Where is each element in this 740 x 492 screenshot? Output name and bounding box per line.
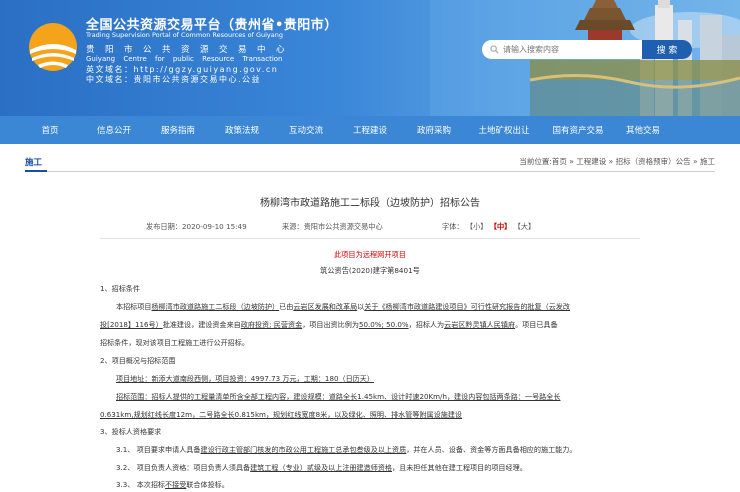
article-source: 来源：贵阳市公共资源交易中心	[282, 222, 383, 231]
section-2-line-1: 项目地址：新添大道南段西侧，项目投资：4997.73 万元，工期：180（日历天…	[116, 374, 374, 383]
font-medium-button[interactable]: 【中】	[490, 222, 512, 231]
section-3-heading: 3、投标人资格要求	[100, 427, 162, 436]
publish-date: 发布日期：2020-09-10 15:49	[146, 222, 247, 231]
main-nav: 首页 信息公开 服务指南 政策法规 互动交流 工程建设 政府采购 土地矿权出让 …	[0, 116, 740, 144]
breadcrumb-bar: 施工 当前位置:首页 » 工程建设 » 招标（资格预审）公告 » 施工	[25, 150, 715, 172]
remote-notice: 此项目为远程网开项目	[334, 250, 406, 259]
nav-item-info[interactable]: 信息公开	[82, 124, 146, 136]
article-title: 杨柳湾市政道路施工二标段（边坡防护）招标公告	[260, 198, 480, 209]
breadcrumb[interactable]: 当前位置:首页 » 工程建设 » 招标（资格预审）公告 » 施工	[519, 156, 715, 167]
section-1-line-2: 投[2018】116号）批准建设，建设资金来自政府投资; 民营资金，项目出资比例…	[100, 320, 558, 329]
domain-cn: 中文域名：贵阳市公共资源交易中心.公益	[86, 75, 262, 84]
section-2-line-2: 招标范围：招标人提供的工程量清单所含全部工程内容，建设规模：道路全长1.45km…	[116, 392, 561, 401]
site-header: 全国公共资源交易平台（贵州省•贵阳市） Trading Supervision …	[0, 0, 740, 116]
search-button[interactable]: 搜 索	[642, 40, 692, 59]
nav-item-land[interactable]: 土地矿权出让	[466, 124, 542, 136]
font-small-button[interactable]: 【小】	[466, 222, 488, 231]
search-input[interactable]	[503, 45, 633, 54]
nav-item-assets[interactable]: 国有资产交易	[542, 124, 614, 136]
center-name-cn: 贵阳市公共资源交易中心	[86, 45, 296, 55]
nav-item-policy[interactable]: 政策法规	[210, 124, 274, 136]
section-3-item-1: 3.1、 项目要求申请人具备建设行政主管部门核发的市政公用工程施工总承包叁级及以…	[116, 445, 577, 454]
search-icon	[490, 45, 499, 54]
section-3-item-2: 3.2、 项目负责人资格：项目负责人须具备建筑工程（专业）贰级及以上注册建造师资…	[116, 463, 527, 472]
document-number: 筑公资告(2020)建字第8401号	[320, 266, 420, 275]
search-box	[482, 40, 642, 59]
meta-divider	[100, 238, 640, 239]
section-2-heading: 2、项目概况与招标范围	[100, 356, 176, 365]
nav-item-other[interactable]: 其他交易	[614, 124, 672, 136]
nav-item-construction[interactable]: 工程建设	[338, 124, 402, 136]
font-size-label: 字体：	[442, 222, 464, 231]
section-1-line-3: 招标条件，现对该项目工程施工进行公开招标。	[100, 338, 249, 347]
nav-item-home[interactable]: 首页	[18, 124, 82, 136]
section-1-heading: 1、招标条件	[100, 284, 140, 293]
font-large-button[interactable]: 【大】	[514, 222, 536, 231]
category-label[interactable]: 施工	[25, 156, 42, 168]
section-1-line-1: 本招标项目杨柳湾市政道路施工二标段（边坡防护）已由云岩区发展和改革局以关于《杨柳…	[116, 302, 570, 311]
nav-item-procurement[interactable]: 政府采购	[402, 124, 466, 136]
center-name-en: Guiyang Centre for public Resource Trans…	[86, 55, 283, 63]
font-size-control: 字体： 【小】 【中】 【大】	[442, 222, 535, 232]
category-underline	[25, 170, 47, 172]
nav-item-interaction[interactable]: 互动交流	[274, 124, 338, 136]
site-logo	[29, 23, 77, 71]
portal-subtitle: Trading Supervision Portal of Common Res…	[86, 31, 284, 39]
nav-item-service[interactable]: 服务指南	[146, 124, 210, 136]
section-3-item-3: 3.3、 本次招标不接受联合体投标。	[116, 480, 229, 489]
section-2-line-3: 0.631km,规划红线长度12m，二号路全长0.815km，规划红线宽度8米，…	[100, 410, 463, 419]
